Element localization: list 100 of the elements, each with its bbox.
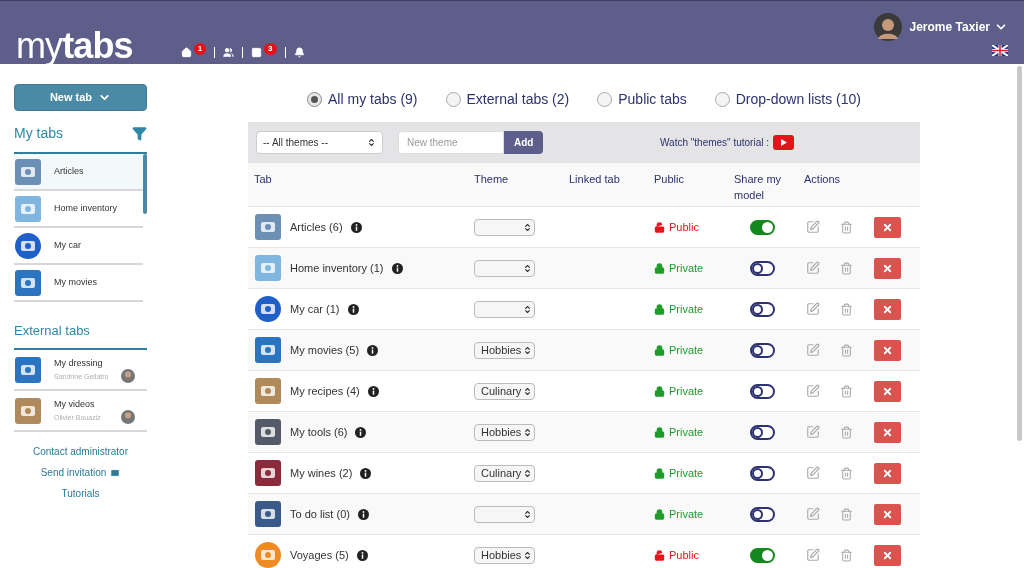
tab-icon — [254, 213, 282, 241]
tab-name: Voyages (5) — [290, 547, 349, 563]
delete-button[interactable] — [874, 503, 901, 525]
tab-icon — [14, 268, 42, 297]
theme-filter-select[interactable]: -- All themes -- — [256, 131, 383, 154]
select-arrows-icon — [523, 304, 532, 314]
theme-select[interactable]: Hobbies — [474, 546, 535, 564]
theme-select[interactable] — [474, 300, 535, 318]
sidebar-link[interactable]: Tutorials — [61, 486, 100, 501]
trash-icon[interactable] — [840, 548, 853, 562]
theme-select[interactable] — [474, 218, 535, 236]
private-status: Private — [654, 382, 734, 400]
filter-radio[interactable]: Drop-down lists (10) — [714, 88, 861, 110]
select-arrows-icon — [367, 138, 376, 147]
edit-icon[interactable] — [806, 507, 820, 521]
new-tab-button[interactable]: New tab — [14, 84, 147, 111]
trash-icon[interactable] — [840, 384, 853, 398]
trash-icon[interactable] — [840, 220, 853, 234]
column-header: Linked tab — [569, 172, 621, 187]
delete-button[interactable] — [874, 544, 901, 566]
theme-select[interactable]: Hobbies — [474, 423, 535, 441]
lock-icon — [654, 344, 665, 356]
trash-icon[interactable] — [840, 302, 853, 316]
tab-icon — [14, 355, 42, 384]
share-toggle[interactable] — [750, 424, 775, 440]
theme-select[interactable] — [474, 505, 535, 523]
tab-name: My dressing — [54, 356, 104, 370]
trash-icon[interactable] — [840, 343, 853, 357]
delete-button[interactable] — [874, 462, 901, 484]
tab-name: Home inventory (1) — [290, 260, 384, 276]
delete-button[interactable] — [874, 298, 901, 320]
share-toggle[interactable] — [750, 547, 775, 563]
close-icon — [882, 426, 893, 438]
theme-select[interactable]: Culinary — [474, 464, 535, 482]
filter-radio[interactable]: All my tabs (9) — [307, 88, 418, 110]
delete-button[interactable] — [874, 216, 901, 238]
select-arrows-icon — [523, 222, 532, 232]
edit-icon[interactable] — [806, 220, 820, 234]
edit-icon[interactable] — [806, 466, 820, 480]
notification-badge: 1 — [193, 42, 207, 55]
close-icon — [882, 467, 893, 479]
edit-icon[interactable] — [806, 425, 820, 439]
info-icon — [360, 467, 372, 479]
sidebar-link[interactable]: Send invitation — [40, 465, 121, 480]
image-icon — [251, 47, 263, 58]
tab-icon — [14, 194, 42, 223]
tab-name: My wines (2) — [290, 465, 353, 481]
private-status: Private — [654, 300, 734, 318]
delete-button[interactable] — [874, 339, 901, 361]
trash-icon[interactable] — [840, 507, 853, 521]
theme-select[interactable]: Culinary — [474, 382, 535, 400]
sidebar-link[interactable]: Contact administrator — [32, 444, 128, 459]
new-theme-field[interactable]: New theme — [398, 131, 504, 154]
trash-icon[interactable] — [840, 425, 853, 439]
trash-icon[interactable] — [840, 466, 853, 480]
share-toggle[interactable] — [750, 301, 775, 317]
avatar — [873, 13, 902, 41]
unlocked-icon — [654, 549, 665, 561]
filter-icon[interactable] — [132, 126, 147, 141]
column-header: Tab — [254, 172, 273, 187]
bell-icon — [293, 47, 305, 58]
edit-icon[interactable] — [806, 548, 820, 562]
share-toggle[interactable] — [750, 342, 775, 358]
user-menu[interactable]: Jerome Taxier — [909, 18, 1008, 36]
tab-name: My recipes (4) — [290, 383, 360, 399]
info-icon — [357, 508, 369, 520]
video-play-icon[interactable] — [773, 135, 794, 150]
scrollbar[interactable] — [1017, 66, 1022, 441]
edit-icon[interactable] — [806, 261, 820, 275]
select-arrows-icon — [523, 386, 532, 396]
edit-icon[interactable] — [806, 343, 820, 357]
share-toggle[interactable] — [750, 465, 775, 481]
delete-button[interactable] — [874, 421, 901, 443]
add-button[interactable]: Add — [504, 131, 544, 154]
share-toggle[interactable] — [750, 219, 775, 235]
nav-button[interactable] — [223, 47, 235, 58]
close-icon — [882, 344, 893, 356]
nav-button[interactable] — [293, 47, 305, 58]
tab-icon — [14, 231, 42, 260]
tab-name: My movies (5) — [290, 342, 360, 358]
filter-radio[interactable]: Public tabs — [597, 88, 687, 110]
theme-select[interactable] — [474, 259, 535, 277]
column-header: Actions — [804, 172, 842, 187]
list-scrollbar[interactable] — [143, 154, 147, 214]
edit-icon[interactable] — [806, 302, 820, 316]
lock-icon — [654, 426, 665, 438]
share-toggle[interactable] — [750, 506, 775, 522]
select-arrows-icon — [523, 468, 532, 478]
trash-icon[interactable] — [840, 261, 853, 275]
sidebar-item[interactable]: Articles — [14, 154, 143, 191]
flag-icon[interactable] — [992, 45, 1008, 56]
share-toggle[interactable] — [750, 260, 775, 276]
theme-select[interactable]: Hobbies — [474, 341, 535, 359]
edit-icon[interactable] — [806, 384, 820, 398]
logo[interactable]: mytabs — [16, 28, 133, 64]
filter-radio[interactable]: External tabs (2) — [445, 88, 570, 110]
share-toggle[interactable] — [750, 383, 775, 399]
close-icon — [882, 221, 893, 233]
delete-button[interactable] — [874, 257, 901, 279]
delete-button[interactable] — [874, 380, 901, 402]
